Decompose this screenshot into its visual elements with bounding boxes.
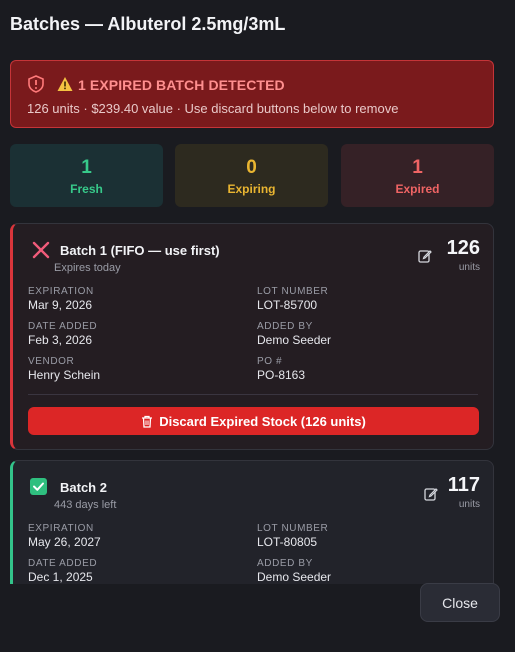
added-by-value: Demo Seeder bbox=[257, 570, 332, 584]
batch-name: Batch 2 bbox=[60, 480, 107, 495]
batch-card-1: Batch 1 (FIFO — use first) Expires today… bbox=[10, 223, 494, 450]
x-icon bbox=[32, 241, 50, 259]
po-label: PO # bbox=[257, 356, 283, 367]
added-by-value: Demo Seeder bbox=[257, 333, 332, 347]
batch-quantity: 117 bbox=[447, 474, 480, 496]
batch-unit: units bbox=[458, 262, 480, 273]
trash-icon bbox=[142, 415, 153, 428]
expiration-value: Mar 9, 2026 bbox=[28, 298, 93, 312]
added-by-label: ADDED BY bbox=[257, 321, 313, 332]
lot-label: LOT NUMBER bbox=[257, 523, 329, 534]
edit-icon[interactable] bbox=[424, 487, 438, 501]
lot-value: LOT-85700 bbox=[257, 298, 318, 312]
check-square-icon bbox=[30, 478, 47, 495]
stat-expiring-count: 0 bbox=[246, 157, 257, 178]
dialog-title: Batches — Albuterol 2.5mg/3mL bbox=[10, 14, 286, 34]
vendor-label: VENDOR bbox=[28, 356, 75, 367]
lot-value: LOT-80805 bbox=[257, 535, 318, 549]
batch-card-2: Batch 2 443 days left 117 units EXPIRATI… bbox=[10, 460, 494, 584]
batch-name: Batch 1 (FIFO — use first) bbox=[60, 243, 220, 258]
date-added-label: DATE ADDED bbox=[28, 321, 98, 332]
lot-label: LOT NUMBER bbox=[257, 286, 329, 297]
date-added-value: Dec 1, 2025 bbox=[28, 570, 93, 584]
stat-expired: 1 Expired bbox=[341, 144, 494, 207]
batch-subtitle: 443 days left bbox=[54, 499, 117, 511]
stat-fresh-count: 1 bbox=[81, 157, 92, 178]
batch-unit: units bbox=[458, 499, 480, 510]
stat-fresh: 1 Fresh bbox=[10, 144, 163, 207]
expiration-label: EXPIRATION bbox=[28, 286, 94, 297]
shield-alert-icon bbox=[28, 75, 44, 93]
stat-expired-label: Expired bbox=[395, 182, 440, 196]
alert-detail: 126 units · $239.40 value · Use discard … bbox=[27, 101, 399, 116]
batch-quantity: 126 bbox=[446, 237, 480, 259]
stat-fresh-label: Fresh bbox=[70, 182, 103, 196]
stat-expiring-label: Expiring bbox=[227, 182, 276, 196]
added-by-label: ADDED BY bbox=[257, 558, 313, 569]
stat-expired-count: 1 bbox=[412, 157, 423, 178]
expiration-label: EXPIRATION bbox=[28, 523, 94, 534]
alert-heading: 1 EXPIRED BATCH DETECTED bbox=[78, 77, 285, 93]
close-button[interactable]: Close bbox=[420, 583, 500, 622]
discard-expired-button[interactable]: Discard Expired Stock (126 units) bbox=[28, 407, 479, 435]
divider bbox=[28, 394, 478, 395]
expiration-value: May 26, 2027 bbox=[28, 535, 101, 549]
batch-subtitle: Expires today bbox=[54, 262, 121, 274]
expired-alert-banner: 1 EXPIRED BATCH DETECTED 126 units · $23… bbox=[10, 60, 494, 128]
vendor-value: Henry Schein bbox=[28, 368, 101, 382]
date-added-value: Feb 3, 2026 bbox=[28, 333, 93, 347]
date-added-label: DATE ADDED bbox=[28, 558, 98, 569]
edit-icon[interactable] bbox=[418, 249, 432, 263]
stat-expiring: 0 Expiring bbox=[175, 144, 328, 207]
po-value: PO-8163 bbox=[257, 368, 306, 382]
discard-button-label: Discard Expired Stock (126 units) bbox=[159, 413, 366, 429]
warning-triangle-icon bbox=[57, 77, 73, 91]
